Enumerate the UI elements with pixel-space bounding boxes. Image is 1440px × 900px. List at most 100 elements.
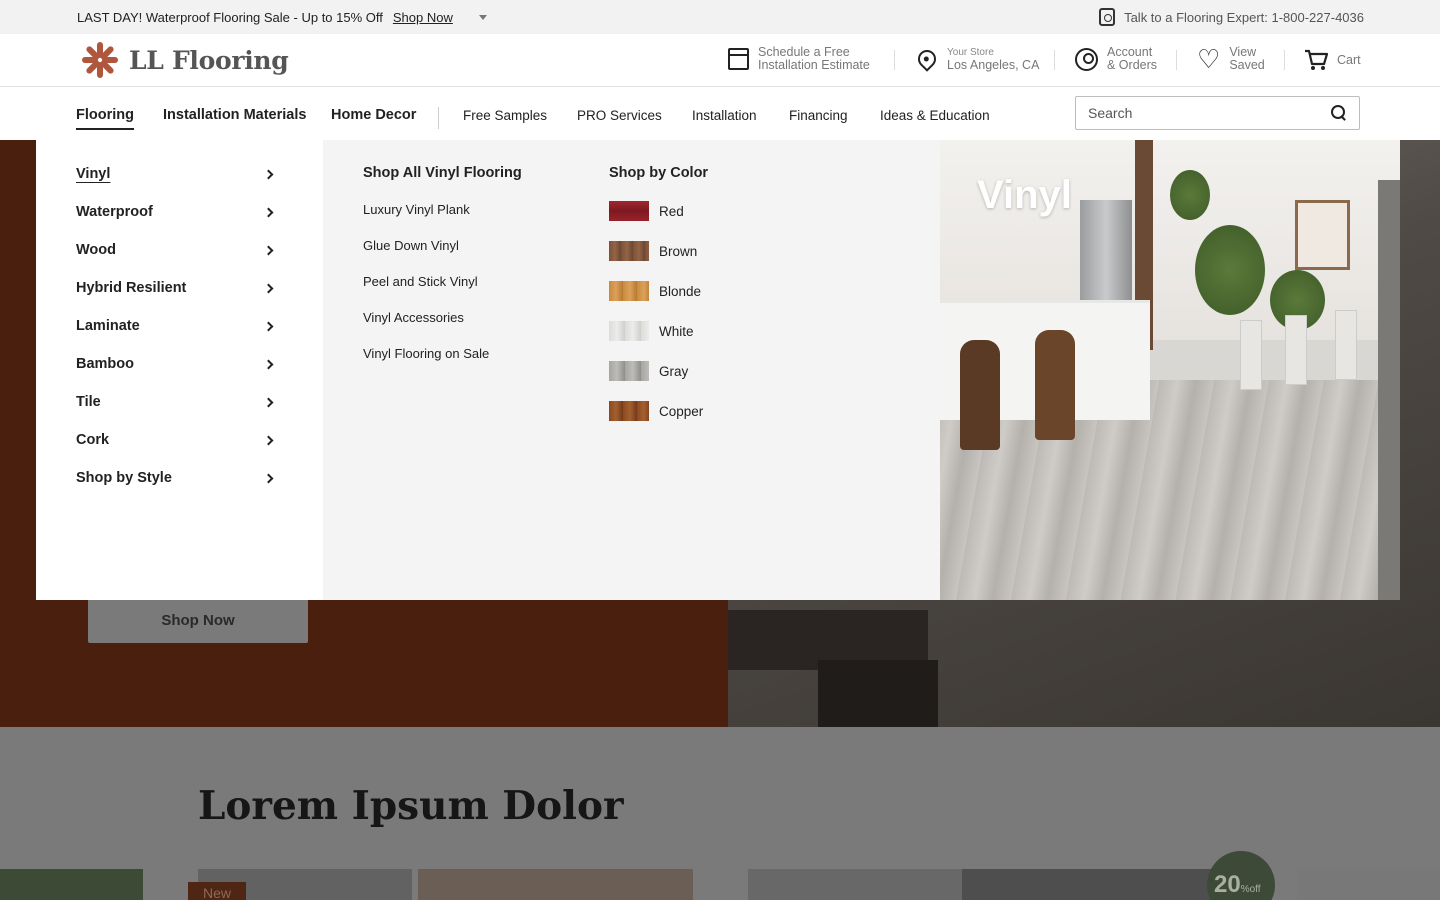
nav-divider [438, 107, 439, 129]
category-item-tile[interactable]: Tile [76, 394, 276, 410]
subcategory-link-vinyl-on-sale[interactable]: Vinyl Flooring on Sale [363, 346, 489, 361]
nav-flooring[interactable]: Flooring [76, 107, 134, 130]
cart-icon [1305, 49, 1328, 70]
nav-free-samples[interactable]: Free Samples [463, 108, 547, 123]
location-pin-icon [914, 46, 940, 72]
category-label: Laminate [76, 318, 140, 334]
category-item-bamboo[interactable]: Bamboo [76, 356, 276, 372]
product-thumbnail[interactable] [0, 869, 143, 900]
product-thumbnail[interactable] [748, 869, 962, 900]
phone-icon [1099, 8, 1116, 26]
color-option-gray[interactable]: Gray [609, 361, 688, 381]
account-line2: & Orders [1107, 58, 1158, 72]
color-swatch [609, 201, 649, 221]
color-label: Gray [659, 363, 689, 379]
discount-number: 20 [1214, 871, 1241, 898]
new-badge: New [188, 882, 246, 900]
chevron-right-icon [263, 169, 274, 179]
color-label: Blonde [659, 283, 702, 299]
search-input[interactable] [1088, 105, 1331, 121]
chevron-down-icon[interactable] [478, 14, 487, 20]
color-option-copper[interactable]: Copper [609, 401, 703, 421]
color-label: White [659, 323, 694, 339]
color-option-white[interactable]: White [609, 321, 694, 341]
content-section: Lorem Ipsum Dolor New 20%off [0, 727, 1440, 900]
category-item-hybrid-resilient[interactable]: Hybrid Resilient [76, 280, 276, 296]
subcategory-link-peel-and-stick[interactable]: Peel and Stick Vinyl [363, 274, 478, 289]
color-label: Brown [659, 243, 698, 259]
category-item-cork[interactable]: Cork [76, 432, 276, 448]
cart-link[interactable]: Cart [1304, 49, 1361, 71]
chevron-right-icon [263, 397, 274, 407]
category-label: Cork [76, 432, 110, 448]
chevron-right-icon [263, 283, 274, 293]
nav-pro-services[interactable]: PRO Services [577, 108, 662, 123]
cart-label: Cart [1337, 52, 1361, 67]
discount-unit: % [1240, 884, 1250, 895]
search-icon[interactable] [1331, 105, 1347, 121]
subcategory-link-glue-down-vinyl[interactable]: Glue Down Vinyl [363, 238, 459, 253]
color-swatch [609, 281, 649, 301]
chevron-right-icon [263, 473, 274, 483]
promo-image-title: Vinyl [977, 173, 1072, 217]
category-list: Vinyl Waterproof Wood Hybrid Resilient L… [36, 140, 323, 600]
color-swatch [609, 361, 649, 381]
promo-shop-now-link[interactable]: Shop Now [393, 10, 453, 25]
account-link[interactable]: Account & Orders [1075, 46, 1157, 72]
schedule-estimate-link[interactable]: Schedule a Free Installation Estimate [728, 46, 870, 72]
category-item-wood[interactable]: Wood [76, 242, 276, 258]
logo-text: LL Flooring [129, 45, 289, 75]
heart-icon: ♡ [1197, 44, 1221, 74]
subcategory-link-vinyl-accessories[interactable]: Vinyl Accessories [363, 310, 464, 325]
color-option-brown[interactable]: Brown [609, 241, 697, 261]
section-heading: Lorem Ipsum Dolor [198, 783, 624, 829]
color-swatch [609, 401, 649, 421]
chevron-right-icon [263, 435, 274, 445]
category-item-laminate[interactable]: Laminate [76, 318, 276, 334]
category-item-vinyl[interactable]: Vinyl [76, 166, 276, 182]
logo-mark-icon [80, 40, 120, 80]
chevron-right-icon [263, 207, 274, 217]
promo-bar: LAST DAY! Waterproof Flooring Sale - Up … [0, 0, 1440, 34]
discount-badge: 20%off [1207, 851, 1275, 900]
category-item-waterproof[interactable]: Waterproof [76, 204, 276, 220]
hero-shop-now-button[interactable]: Shop Now [88, 598, 308, 643]
nav-ideas-education[interactable]: Ideas & Education [880, 108, 990, 123]
product-thumbnail[interactable] [418, 869, 693, 900]
category-item-shop-by-style[interactable]: Shop by Style [76, 470, 276, 486]
shop-by-color-heading: Shop by Color [609, 165, 709, 181]
subcategory-panel: Shop All Vinyl Flooring Luxury Vinyl Pla… [323, 140, 940, 600]
chevron-right-icon [263, 245, 274, 255]
account-icon [1075, 47, 1098, 71]
color-label: Red [659, 203, 684, 219]
color-label: Copper [659, 403, 704, 419]
logo[interactable]: LL Flooring [80, 40, 289, 80]
nav-home-decor[interactable]: Home Decor [331, 107, 416, 123]
flooring-mega-menu: Vinyl Waterproof Wood Hybrid Resilient L… [36, 140, 1400, 600]
category-label: Hybrid Resilient [76, 280, 187, 296]
nav-financing[interactable]: Financing [789, 108, 848, 123]
vinyl-promo-image[interactable]: Vinyl [940, 140, 1400, 600]
site-header: LL Flooring Schedule a Free Installation… [0, 34, 1440, 87]
color-option-blonde[interactable]: Blonde [609, 281, 701, 301]
saved-link[interactable]: ♡ View Saved [1197, 44, 1265, 74]
category-label: Shop by Style [76, 470, 172, 486]
header-divider [1176, 50, 1177, 70]
store-selector[interactable]: Your Store Los Angeles, CA [914, 46, 1040, 72]
color-option-red[interactable]: Red [609, 201, 684, 221]
subcategory-link-luxury-vinyl-plank[interactable]: Luxury Vinyl Plank [363, 202, 470, 217]
chevron-right-icon [263, 359, 274, 369]
product-thumbnail[interactable] [1297, 869, 1440, 900]
header-divider [1054, 50, 1055, 70]
flooring-expert-contact[interactable]: Talk to a Flooring Expert: 1-800-227-403… [1099, 8, 1364, 26]
color-swatch [609, 241, 649, 261]
saved-line2: Saved [1229, 58, 1265, 72]
store-value: Los Angeles, CA [947, 58, 1040, 72]
discount-off: off [1249, 884, 1261, 895]
nav-installation[interactable]: Installation [692, 108, 757, 123]
shop-all-vinyl-link[interactable]: Shop All Vinyl Flooring [363, 165, 522, 181]
nav-installation-materials[interactable]: Installation Materials [163, 107, 306, 123]
category-label: Waterproof [76, 204, 153, 220]
chevron-right-icon [263, 321, 274, 331]
search-box[interactable] [1075, 96, 1360, 130]
